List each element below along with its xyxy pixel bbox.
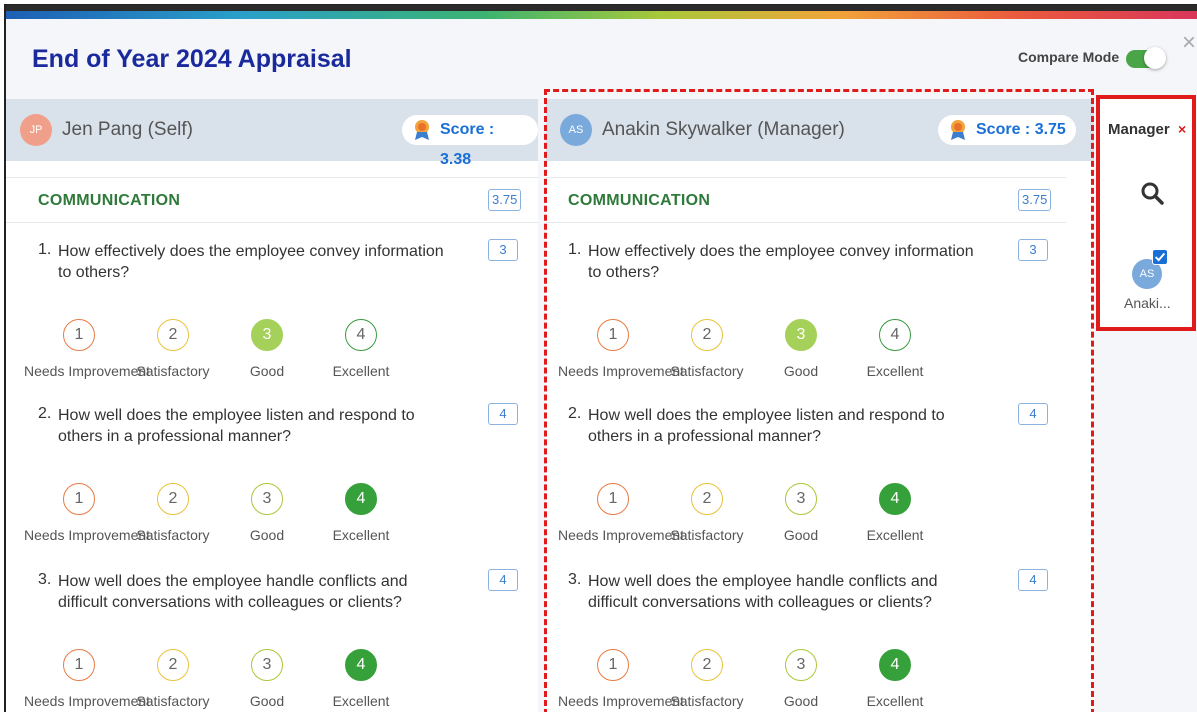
page-title: End of Year 2024 Appraisal — [32, 45, 352, 73]
question-text: How well does the employee handle confli… — [588, 573, 938, 611]
avatar: AS — [560, 114, 592, 146]
section-header: COMMUNICATION 3.75 — [546, 177, 1066, 223]
rating-circle[interactable]: 4 — [345, 319, 377, 351]
question-score-badge: 4 — [1018, 569, 1048, 591]
question-score-badge: 3 — [1018, 239, 1048, 261]
reviewer-selector: Manager × AS Anaki... — [1096, 95, 1196, 331]
rating-label: Excellent — [332, 527, 390, 543]
rating-circle[interactable]: 2 — [691, 319, 723, 351]
score-pill: Score : 3.75 — [938, 115, 1076, 145]
rating-circle[interactable]: 2 — [691, 649, 723, 681]
rating-circle[interactable]: 1 — [597, 319, 629, 351]
rating-circle[interactable]: 3 — [785, 483, 817, 515]
self-column: JP Jen Pang (Self) Score : 3.38 COMMUNIC… — [6, 99, 538, 712]
avatar: JP — [20, 114, 52, 146]
section-score-badge: 3.75 — [1018, 189, 1052, 211]
rating-circle[interactable]: 2 — [157, 319, 189, 351]
column-divider — [538, 99, 546, 712]
rating-label: Excellent — [332, 693, 390, 709]
rating-circle[interactable]: 1 — [63, 319, 95, 351]
question-score-badge: 4 — [488, 569, 518, 591]
sidebar-title: Manager — [1108, 121, 1170, 138]
rating-options: 1 Needs Improvement 2 Satisfactory 3 Good 4 Exc… — [558, 649, 996, 709]
section-title: COMMUNICATION — [568, 192, 711, 209]
rating-option[interactable]: 4 Excellent — [306, 649, 416, 709]
question-text: How well does the employee listen and re… — [58, 407, 415, 445]
appraisal-modal: End of Year 2024 Appraisal Compare Mode … — [6, 19, 1197, 712]
question-number: 2. — [568, 405, 582, 422]
medal-icon — [951, 120, 965, 140]
rating-circle[interactable]: 1 — [597, 649, 629, 681]
compare-mode-label: Compare Mode — [1018, 49, 1120, 65]
compare-mode-toggle[interactable] — [1126, 47, 1166, 69]
rating-circle[interactable]: 2 — [691, 483, 723, 515]
employee-name: Jen Pang (Self) — [62, 119, 193, 140]
rating-circle[interactable]: 3 — [251, 319, 283, 351]
rating-label: Excellent — [866, 527, 924, 543]
column-header: JP Jen Pang (Self) Score : 3.38 — [6, 99, 538, 168]
rating-label: Excellent — [866, 693, 924, 709]
rating-circle[interactable]: 3 — [251, 649, 283, 681]
rating-options: 1 Needs Improvement 2 Satisfactory 3 Good 4 Exc… — [24, 649, 462, 709]
rating-circle[interactable]: 4 — [879, 319, 911, 351]
rating-circle[interactable]: 1 — [597, 483, 629, 515]
rating-options: 1 Needs Improvement 2 Satisfactory 3 Good 4 Exc… — [24, 319, 462, 379]
rating-option[interactable]: 4 Excellent — [306, 319, 416, 379]
rating-circle[interactable]: 2 — [157, 483, 189, 515]
rating-circle[interactable]: 4 — [345, 649, 377, 681]
app-frame: End of Year 2024 Appraisal Compare Mode … — [4, 4, 1197, 712]
rating-options: 1 Needs Improvement 2 Satisfactory 3 Good 4 Exc… — [24, 483, 462, 543]
rating-circle[interactable]: 4 — [879, 483, 911, 515]
rating-circle[interactable]: 3 — [785, 319, 817, 351]
rating-option[interactable]: 4 Excellent — [840, 483, 950, 543]
question-number: 1. — [38, 241, 52, 258]
question-score-badge: 4 — [1018, 403, 1048, 425]
column-header: AS Anakin Skywalker (Manager) Score : 3.… — [546, 99, 1094, 161]
rating-option[interactable]: 4 Excellent — [306, 483, 416, 543]
rating-circle[interactable]: 1 — [63, 649, 95, 681]
question-score-badge: 3 — [488, 239, 518, 261]
reviewer-name[interactable]: Anaki... — [1124, 295, 1171, 311]
rating-label: Excellent — [866, 363, 924, 379]
rating-label: Excellent — [332, 363, 390, 379]
question-text: How effectively does the employee convey… — [58, 243, 444, 281]
checkbox-checked-icon[interactable] — [1152, 249, 1168, 265]
section-header: COMMUNICATION 3.75 — [6, 177, 538, 223]
section-title: COMMUNICATION — [38, 192, 181, 209]
rating-circle[interactable]: 3 — [251, 483, 283, 515]
medal-icon — [415, 120, 429, 140]
rating-option[interactable]: 4 Excellent — [840, 649, 950, 709]
score-label: Score : 3.38 — [440, 121, 495, 168]
close-icon[interactable]: × — [1182, 29, 1196, 57]
rating-circle[interactable]: 4 — [345, 483, 377, 515]
rating-circle[interactable]: 2 — [157, 649, 189, 681]
question-number: 3. — [568, 571, 582, 588]
search-icon[interactable] — [1140, 181, 1164, 205]
question-text: How well does the employee listen and re… — [588, 407, 945, 445]
question-number: 2. — [38, 405, 52, 422]
question-score-badge: 4 — [488, 403, 518, 425]
score-label: Score : 3.75 — [976, 121, 1066, 138]
rating-circle[interactable]: 4 — [879, 649, 911, 681]
rating-options: 1 Needs Improvement 2 Satisfactory 3 Good 4 Exc… — [558, 483, 996, 543]
rating-option[interactable]: 4 Excellent — [840, 319, 950, 379]
rating-options: 1 Needs Improvement 2 Satisfactory 3 Good 4 Exc… — [558, 319, 996, 379]
question-number: 3. — [38, 571, 52, 588]
question-text: How well does the employee handle confli… — [58, 573, 408, 611]
manager-column: AS Anakin Skywalker (Manager) Score : 3.… — [546, 99, 1094, 712]
question-number: 1. — [568, 241, 582, 258]
score-pill: Score : 3.38 — [402, 115, 538, 168]
section-score-badge: 3.75 — [488, 189, 522, 211]
rating-circle[interactable]: 3 — [785, 649, 817, 681]
toggle-knob[interactable] — [1144, 47, 1166, 69]
rating-circle[interactable]: 1 — [63, 483, 95, 515]
top-accent-bar — [6, 5, 1197, 19]
remove-filter-icon[interactable]: × — [1178, 121, 1186, 137]
employee-name: Anakin Skywalker (Manager) — [602, 119, 845, 140]
question-text: How effectively does the employee convey… — [588, 243, 974, 281]
